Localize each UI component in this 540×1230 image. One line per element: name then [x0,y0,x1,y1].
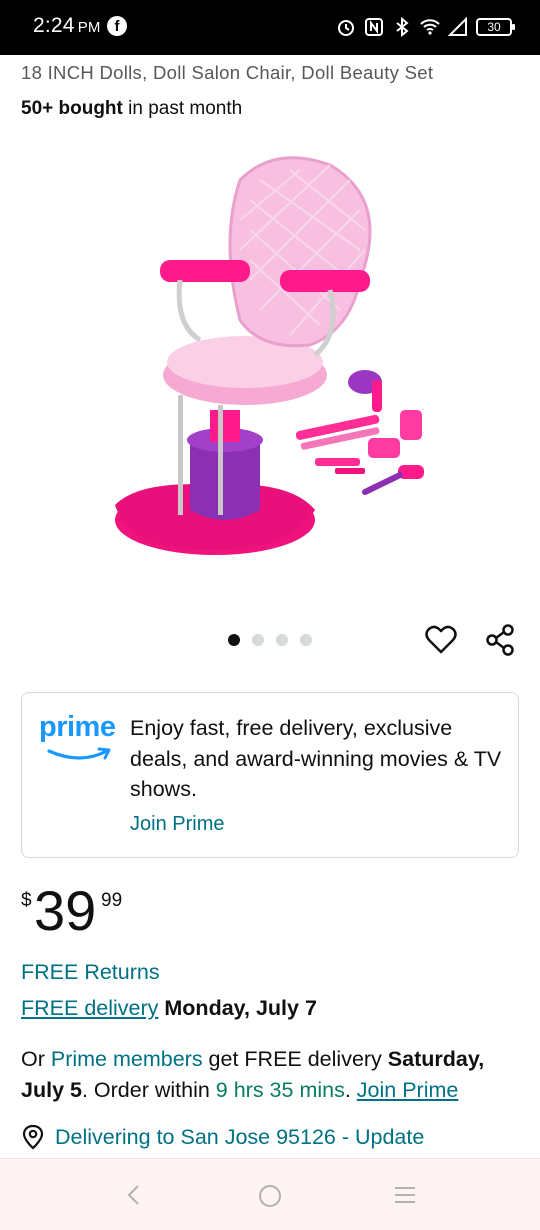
product-image[interactable] [100,140,440,580]
heart-icon[interactable] [424,623,458,657]
bought-count-bold: 50+ bought [21,98,123,119]
bought-count: 50+ bought in past month [21,98,242,120]
join-prime-inline-link[interactable]: Join Prime [357,1078,459,1102]
back-icon[interactable] [122,1183,146,1207]
prime-offer-or: Or [21,1047,51,1071]
status-time: 2:24 PM [33,14,101,38]
join-prime-link[interactable]: Join Prime [130,813,224,836]
price-whole: 39 [34,879,97,942]
carousel-dot-2[interactable] [252,634,264,646]
status-bar: 2:24 PM f 30 [0,0,540,55]
carousel-dot-1[interactable] [228,634,240,646]
prime-offer-order-within: . Order within [81,1078,216,1102]
free-delivery-line: FREE delivery Monday, July 7 [21,996,317,1021]
bought-count-rest: in past month [122,98,243,119]
delivery-location[interactable]: Delivering to San Jose 95126 - Update [21,1122,424,1152]
free-delivery-link[interactable]: FREE delivery [21,996,158,1020]
share-icon[interactable] [484,623,518,657]
price-symbol: $ [21,890,32,911]
signal-icon [448,17,467,36]
carousel-dot-3[interactable] [276,634,288,646]
prime-smile-icon [47,747,111,760]
prime-delivery-offer: Or Prime members get FREE delivery Satur… [21,1044,521,1106]
home-icon[interactable] [257,1183,283,1209]
prime-promo-card: prime Enjoy fast, free delivery, exclusi… [21,692,519,858]
facebook-icon: f [107,16,127,36]
prime-offer-dot: . [344,1078,357,1102]
carousel-dots [228,634,312,646]
delivery-location-text: Delivering to San Jose 95126 - Update [55,1124,425,1149]
prime-logo-text: prime [39,711,116,743]
prime-logo: prime [39,711,119,761]
recents-menu-icon[interactable] [393,1185,417,1205]
location-pin-icon [22,1124,44,1150]
wifi-icon [420,19,440,35]
free-delivery-date: Monday, July 7 [164,996,317,1020]
status-icons: 30 [336,14,515,40]
price-fraction: 99 [101,890,123,911]
prime-offer-mid: get FREE delivery [202,1047,388,1071]
product-subtitle: 18 INCH Dolls, Doll Salon Chair, Doll Be… [21,62,434,83]
alarm-icon [338,20,354,36]
status-ampm: PM [77,19,101,36]
bluetooth-icon [396,17,409,37]
status-time-value: 2:24 [33,14,75,37]
system-nav-bar [0,1158,540,1230]
delivery-countdown: 9 hrs 35 mins [215,1078,345,1102]
free-returns-link[interactable]: FREE Returns [21,960,160,985]
carousel-dot-4[interactable] [300,634,312,646]
battery-icon: 30 [476,18,515,36]
nfc-icon [365,18,383,36]
prime-members-link[interactable]: Prime members [51,1047,203,1071]
prime-promo-text: Enjoy fast, free delivery, exclusive dea… [130,716,502,801]
